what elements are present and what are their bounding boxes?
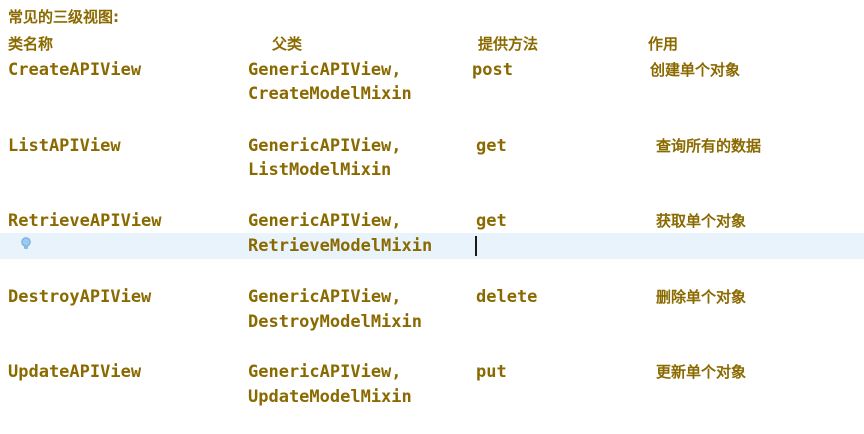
code-editor[interactable]: 常见的三级视图: 类名称 父类 提供方法 作用 CreateAPIView Ge… [0,0,864,434]
method-cell: get [476,211,507,231]
parent-cell-line2: UpdateModelMixin [248,387,412,407]
method-cell: post [472,60,513,80]
parent-cell-line2: RetrieveModelMixin [248,236,433,256]
parent-cell-line1: GenericAPIView, [248,287,402,307]
heading: 常见的三级视图: [8,8,119,26]
text-cursor [475,236,477,256]
class-name-cell: CreateAPIView [8,60,142,80]
column-header-parent: 父类 [272,35,303,53]
class-name-cell: UpdateAPIView [8,362,142,382]
class-name-cell: RetrieveAPIView [8,211,162,231]
purpose-cell: 创建单个对象 [650,61,741,79]
column-header-method: 提供方法 [478,35,539,53]
purpose-cell: 更新单个对象 [656,363,747,381]
parent-cell-line2: CreateModelMixin [248,84,412,104]
purpose-cell: 查询所有的数据 [656,137,762,155]
method-cell: put [476,362,507,382]
purpose-cell: 获取单个对象 [656,212,747,230]
parent-cell-line2: DestroyModelMixin [248,312,422,332]
parent-cell-line1: GenericAPIView, [248,211,402,231]
parent-cell-line1: GenericAPIView, [248,60,402,80]
column-header-purpose: 作用 [648,35,679,53]
parent-cell-line2: ListModelMixin [248,160,392,180]
method-cell: delete [476,287,538,307]
parent-cell-line1: GenericAPIView, [248,136,402,156]
parent-cell-line1: GenericAPIView, [248,362,402,382]
purpose-cell: 删除单个对象 [656,288,747,306]
method-cell: get [476,136,507,156]
class-name-cell: DestroyAPIView [8,287,152,307]
column-header-class-name: 类名称 [8,35,54,53]
class-name-cell: ListAPIView [8,136,121,156]
lightbulb-icon[interactable] [18,236,34,252]
